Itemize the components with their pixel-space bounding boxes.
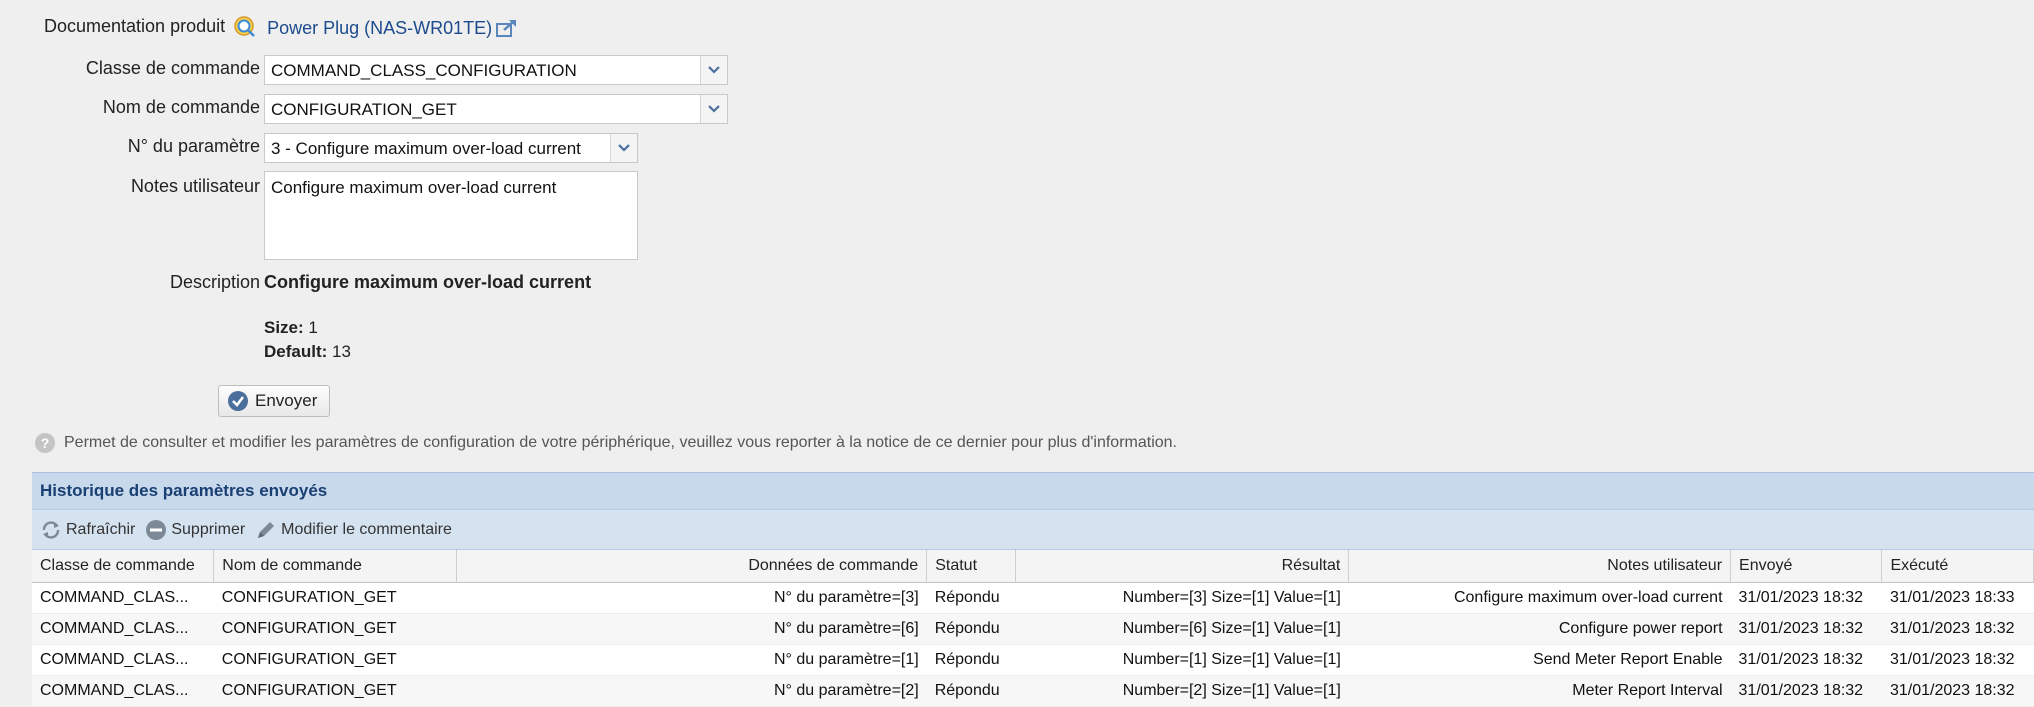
column-header-sent[interactable]: Envoyé xyxy=(1730,550,1883,583)
table-row[interactable]: COMMAND_CLAS... CONFIGURATION_GET N° du … xyxy=(32,675,2034,707)
cell-sent: 31/01/2023 18:32 xyxy=(1730,582,1882,614)
table-header-row: Classe de commande Nom de commande Donné… xyxy=(32,550,2034,583)
send-button[interactable]: Envoyer xyxy=(218,385,330,417)
column-header-notes[interactable]: Notes utilisateur xyxy=(1348,550,1732,583)
cell-notes: Configure power report xyxy=(1348,613,1731,645)
cell-executed: 31/01/2023 18:32 xyxy=(1881,613,2034,645)
cell-class: COMMAND_CLAS... xyxy=(32,582,214,614)
column-header-data[interactable]: Données de commande xyxy=(456,550,928,583)
cell-status: Répondu xyxy=(926,675,1016,707)
cell-sent: 31/01/2023 18:32 xyxy=(1730,613,1882,645)
cell-notes: Send Meter Report Enable xyxy=(1348,644,1731,676)
refresh-label: Rafraîchir xyxy=(66,520,136,538)
chevron-down-icon[interactable] xyxy=(610,134,637,162)
cell-result: Number=[2] Size=[1] Value=[1] xyxy=(1015,675,1349,707)
cell-name: CONFIGURATION_GET xyxy=(213,675,457,707)
product-link[interactable]: Power Plug (NAS-WR01TE) xyxy=(267,18,492,39)
default-value: 13 xyxy=(332,342,351,361)
refresh-icon xyxy=(42,520,60,539)
size-value: 1 xyxy=(308,318,318,337)
help-icon: ? xyxy=(34,432,56,454)
column-header-name[interactable]: Nom de commande xyxy=(213,550,457,583)
cell-executed: 31/01/2023 18:32 xyxy=(1881,644,2034,676)
size-label: Size: xyxy=(264,318,304,337)
command-class-value: COMMAND_CLASS_CONFIGURATION xyxy=(271,61,577,80)
cell-sent: 31/01/2023 18:32 xyxy=(1730,675,1882,707)
param-number-select[interactable]: 3 - Configure maximum over-load current xyxy=(264,133,638,163)
cell-executed: 31/01/2023 18:33 xyxy=(1881,582,2034,614)
command-name-label: Nom de commande xyxy=(102,97,260,117)
cell-result: Number=[1] Size=[1] Value=[1] xyxy=(1015,644,1349,676)
product-doc-row: Documentation produit Power Plug (NAS-WR… xyxy=(44,14,518,39)
history-panel-title: Historique des paramètres envoyés xyxy=(32,472,2034,510)
param-default: Default: 13 xyxy=(264,342,351,362)
info-text: Permet de consulter et modifier les para… xyxy=(64,434,1177,451)
send-button-label: Envoyer xyxy=(255,391,318,410)
param-number-label: N° du paramètre xyxy=(127,136,260,156)
svg-text:?: ? xyxy=(41,435,50,451)
cell-data: N° du paramètre=[1] xyxy=(456,644,927,676)
cell-result: Number=[3] Size=[1] Value=[1] xyxy=(1015,582,1349,614)
table-row[interactable]: COMMAND_CLAS... CONFIGURATION_GET N° du … xyxy=(32,613,2034,645)
cell-status: Répondu xyxy=(926,644,1016,676)
cell-class: COMMAND_CLAS... xyxy=(32,644,214,676)
cell-class: COMMAND_CLAS... xyxy=(32,675,214,707)
cell-result: Number=[6] Size=[1] Value=[1] xyxy=(1015,613,1349,645)
column-header-executed[interactable]: Exécuté xyxy=(1881,550,2034,583)
param-size: Size: 1 xyxy=(264,318,318,338)
table-row[interactable]: COMMAND_CLAS... CONFIGURATION_GET N° du … xyxy=(32,582,2034,614)
cell-data: N° du paramètre=[3] xyxy=(456,582,927,614)
cell-status: Répondu xyxy=(926,582,1016,614)
cell-status: Répondu xyxy=(926,613,1016,645)
pencil-icon xyxy=(258,521,275,538)
user-notes-label: Notes utilisateur xyxy=(130,176,260,196)
table-row[interactable]: COMMAND_CLAS... CONFIGURATION_GET N° du … xyxy=(32,644,2034,676)
product-doc-label: Documentation produit xyxy=(44,16,226,36)
cell-executed: 31/01/2023 18:32 xyxy=(1881,675,2034,707)
chevron-down-icon[interactable] xyxy=(700,95,727,123)
edit-comment-label: Modifier le commentaire xyxy=(281,520,452,538)
description-title: Configure maximum over-load current xyxy=(264,272,592,292)
command-name-select[interactable]: CONFIGURATION_GET xyxy=(264,94,728,124)
cell-class: COMMAND_CLAS... xyxy=(32,613,214,645)
delete-button[interactable]: Supprimer xyxy=(145,519,245,541)
column-header-result[interactable]: Résultat xyxy=(1015,550,1350,583)
history-toolbar: Rafraîchir Supprimer Modifier le comment… xyxy=(32,510,2034,550)
delete-label: Supprimer xyxy=(171,520,246,538)
chevron-down-icon[interactable] xyxy=(700,56,727,84)
external-link-icon[interactable] xyxy=(496,18,518,38)
command-name-value: CONFIGURATION_GET xyxy=(271,100,457,119)
param-number-value: 3 - Configure maximum over-load current xyxy=(271,139,581,158)
cell-name: CONFIGURATION_GET xyxy=(213,644,457,676)
minus-circle-icon xyxy=(146,519,167,540)
cell-data: N° du paramètre=[2] xyxy=(456,675,927,707)
user-notes-textarea[interactable]: Configure maximum over-load current xyxy=(264,171,638,260)
cell-name: CONFIGURATION_GET xyxy=(213,613,457,645)
cell-data: N° du paramètre=[6] xyxy=(456,613,927,645)
command-class-select[interactable]: COMMAND_CLASS_CONFIGURATION xyxy=(264,55,728,85)
cell-name: CONFIGURATION_GET xyxy=(213,582,457,614)
column-header-status[interactable]: Statut xyxy=(926,550,1017,583)
refresh-button[interactable]: Rafraîchir xyxy=(40,520,135,540)
history-table: Classe de commande Nom de commande Donné… xyxy=(32,550,2034,707)
product-doc-icon[interactable] xyxy=(233,15,257,39)
checkmark-icon xyxy=(227,390,249,412)
description-label: Description xyxy=(169,272,260,292)
default-label: Default: xyxy=(264,342,328,361)
command-class-label: Classe de commande xyxy=(85,58,260,78)
info-row: ? Permet de consulter et modifier les pa… xyxy=(34,432,1177,454)
cell-sent: 31/01/2023 18:32 xyxy=(1730,644,1882,676)
column-header-class[interactable]: Classe de commande xyxy=(32,550,215,583)
cell-notes: Meter Report Interval xyxy=(1348,675,1731,707)
edit-comment-button[interactable]: Modifier le commentaire xyxy=(255,519,452,541)
cell-notes: Configure maximum over-load current xyxy=(1348,582,1731,614)
